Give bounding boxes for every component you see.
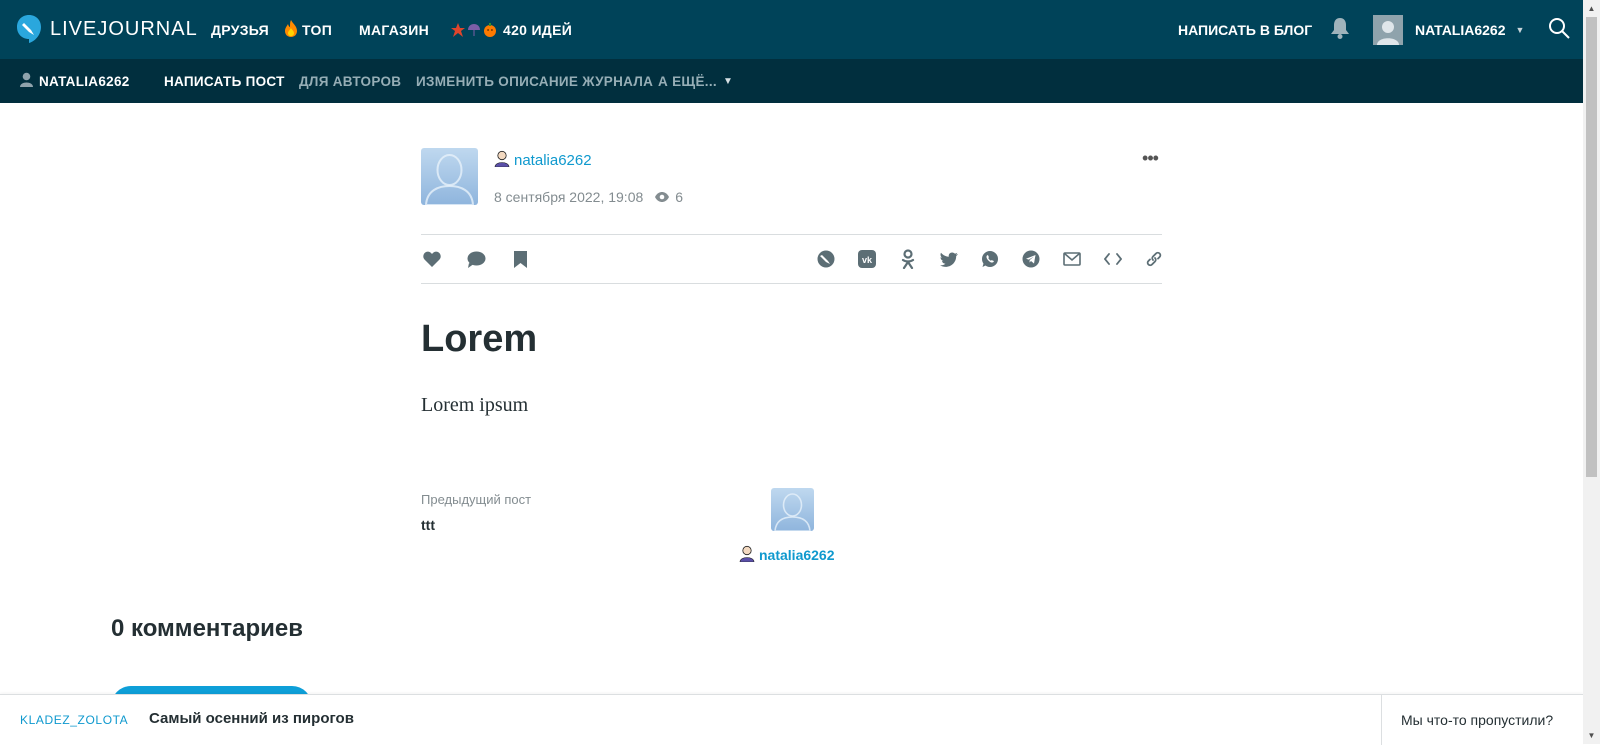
user-icon bbox=[20, 72, 33, 90]
subnav-more[interactable]: А ЕЩЁ... bbox=[658, 74, 717, 89]
svg-text:vk: vk bbox=[862, 255, 873, 265]
author-link-small: natalia6262 bbox=[739, 545, 835, 565]
subnav-write-post[interactable]: НАПИСАТЬ ПОСТ bbox=[164, 74, 285, 89]
vk-icon[interactable]: vk bbox=[856, 248, 878, 270]
journal-subnav: NATALIA6262 НАПИСАТЬ ПОСТ ДЛЯ АВТОРОВ ИЗ… bbox=[0, 59, 1583, 103]
divider bbox=[421, 234, 1162, 235]
odnoklassniki-icon[interactable] bbox=[897, 248, 919, 270]
share-icons: vk bbox=[815, 248, 1165, 270]
like-heart-icon[interactable] bbox=[421, 248, 443, 270]
default-userpic-icon bbox=[774, 493, 811, 531]
post-author-name[interactable]: natalia6262 bbox=[514, 152, 592, 169]
bookmark-icon[interactable] bbox=[509, 248, 531, 270]
recommended-author[interactable]: KLADEZ_ZOLOTA bbox=[20, 713, 128, 727]
subnav-for-authors[interactable]: ДЛЯ АВТОРОВ bbox=[299, 74, 401, 89]
author-avatar-small[interactable] bbox=[771, 488, 814, 531]
logo-text: LIVEJOURNAL bbox=[50, 17, 198, 40]
livejournal-logo-icon bbox=[17, 15, 41, 43]
scrollbar-thumb[interactable] bbox=[1586, 17, 1597, 477]
default-userpic-icon bbox=[424, 154, 475, 205]
user-menu-username[interactable]: NATALIA6262 bbox=[1415, 22, 1506, 38]
post-views: 6 bbox=[675, 189, 684, 205]
scroll-down-arrow-icon[interactable]: ▼ bbox=[1583, 727, 1600, 744]
comments-count-title: 0 комментариев bbox=[111, 615, 304, 642]
post-actions bbox=[421, 248, 531, 270]
eye-icon bbox=[655, 189, 670, 205]
subnav-edit-description[interactable]: ИЗМЕНИТЬ ОПИСАНИЕ ЖУРНАЛА bbox=[416, 74, 653, 89]
email-icon[interactable] bbox=[1061, 248, 1083, 270]
write-blog-button[interactable]: НАПИСАТЬ В БЛОГ bbox=[1178, 22, 1312, 38]
embed-code-icon[interactable] bbox=[1102, 248, 1124, 270]
nav-shop[interactable]: МАГАЗИН bbox=[359, 22, 429, 38]
previous-post-link[interactable]: ttt bbox=[421, 517, 435, 533]
post-body: Lorem ipsum bbox=[421, 394, 529, 416]
nav-friends[interactable]: ДРУЗЬЯ bbox=[211, 22, 269, 38]
twitter-icon[interactable] bbox=[938, 248, 960, 270]
subnav-username[interactable]: NATALIA6262 bbox=[39, 74, 130, 89]
post-date: 8 сентября 2022, 19:08 bbox=[494, 189, 644, 205]
feedback-link[interactable]: Мы что-то пропустили? bbox=[1401, 712, 1553, 728]
post-author: natalia6262 bbox=[494, 150, 592, 171]
author-name-small[interactable]: natalia6262 bbox=[759, 547, 835, 563]
caret-down-icon: ▼ bbox=[722, 75, 734, 87]
copy-link-icon[interactable] bbox=[1143, 248, 1165, 270]
previous-post-label: Предыдущий пост bbox=[421, 492, 532, 507]
user-silhouette-icon bbox=[1377, 20, 1399, 45]
chevron-down-icon[interactable]: ▼ bbox=[1516, 25, 1525, 35]
comment-icon[interactable] bbox=[465, 248, 487, 270]
divider bbox=[421, 283, 1162, 284]
whatsapp-icon[interactable] bbox=[979, 248, 1001, 270]
nav-ideas[interactable]: 420 ИДЕЙ bbox=[503, 22, 572, 38]
livejournal-logo[interactable]: LIVEJOURNAL bbox=[16, 14, 198, 44]
post-meta: 8 сентября 2022, 19:08 6 bbox=[494, 189, 683, 205]
scroll-up-arrow-icon[interactable]: ▲ bbox=[1583, 0, 1600, 17]
user-head-icon bbox=[494, 150, 510, 171]
recommended-post-title[interactable]: Самый осенний из пирогов bbox=[149, 710, 354, 727]
bell-icon[interactable] bbox=[1330, 17, 1350, 42]
post-title: Lorem bbox=[421, 318, 538, 360]
telegram-icon[interactable] bbox=[1020, 248, 1042, 270]
user-head-icon bbox=[739, 545, 755, 565]
fire-icon bbox=[284, 19, 298, 40]
ideas-emoji-icons bbox=[451, 22, 497, 37]
nav-top[interactable]: ТОП bbox=[302, 22, 332, 38]
search-icon[interactable] bbox=[1548, 17, 1570, 42]
divider bbox=[1381, 695, 1382, 745]
post-author-avatar[interactable] bbox=[421, 148, 478, 205]
livejournal-share-icon[interactable] bbox=[815, 248, 837, 270]
top-navigation-bar: LIVEJOURNAL ДРУЗЬЯ ТОП МАГАЗИН 420 ИДЕЙ … bbox=[0, 0, 1583, 59]
user-avatar[interactable] bbox=[1373, 14, 1403, 45]
more-options-icon[interactable]: ••• bbox=[1138, 149, 1162, 170]
bottom-recommendation-bar: KLADEZ_ZOLOTA Самый осенний из пирогов М… bbox=[0, 694, 1583, 745]
